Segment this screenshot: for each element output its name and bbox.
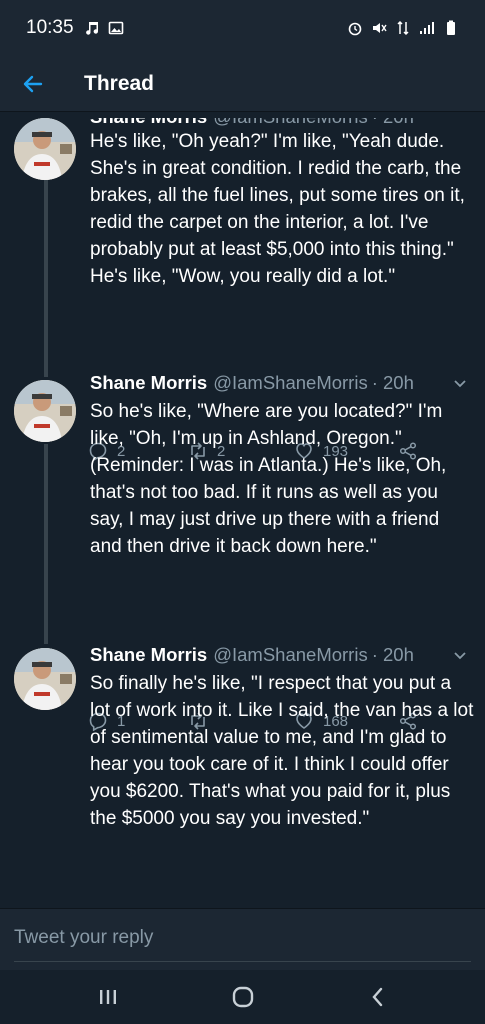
chevron-down-icon[interactable]: [453, 376, 467, 390]
app-header: Thread: [0, 56, 485, 112]
profile-photo-icon: [14, 118, 76, 180]
back-button[interactable]: [0, 56, 64, 112]
tweet-text: So finally he's like, "I respect that yo…: [90, 673, 474, 829]
status-time: 10:35: [26, 17, 74, 38]
author-handle[interactable]: @IamShaneMorris: [213, 642, 368, 668]
arrow-left-icon: [23, 75, 43, 92]
author-handle[interactable]: @IamShaneMorris: [213, 118, 368, 130]
back-nav-button[interactable]: [358, 977, 398, 1017]
tweet-text: He's like, "Oh yeah?" I'm like, "Yeah du…: [90, 131, 465, 287]
tweet-time[interactable]: · 20h: [372, 370, 414, 396]
signal-icon: [420, 22, 434, 34]
reply-bar: Tweet your reply: [0, 908, 485, 970]
avatar[interactable]: [14, 118, 76, 180]
author-handle[interactable]: @IamShaneMorris: [213, 370, 368, 396]
reply-input[interactable]: Tweet your reply: [14, 927, 153, 949]
alarm-icon: [348, 22, 362, 36]
chevron-down-icon[interactable]: [453, 648, 467, 662]
chevron-left-icon: [371, 987, 382, 1007]
author-name[interactable]: Shane Morris: [90, 370, 207, 396]
music-note-icon: [85, 22, 98, 35]
mute-icon: [373, 23, 387, 33]
tweet-text: So he's like, "Where are you located?" I…: [90, 401, 447, 557]
data-icon: [397, 20, 409, 36]
tweet-header: Shane Morris @IamShaneMorris · 20h: [90, 118, 475, 130]
tweet-time[interactable]: · 20h: [372, 118, 414, 130]
author-name[interactable]: Shane Morris: [90, 642, 207, 668]
tweet[interactable]: Shane Morris @IamShaneMorris · 20h He's …: [0, 112, 485, 461]
tweet-header: Shane Morris @IamShaneMorris · 20h: [90, 370, 475, 396]
system-nav-bar: [0, 970, 485, 1024]
page-title: Thread: [84, 71, 155, 95]
thread-feed[interactable]: Shane Morris @IamShaneMorris · 20h He's …: [0, 112, 485, 908]
image-icon: [108, 21, 123, 35]
profile-photo-icon: [14, 648, 76, 710]
tweet[interactable]: Shane Morris @IamShaneMorris · 20h So he…: [0, 368, 485, 731]
author-name[interactable]: Shane Morris: [90, 118, 207, 130]
battery-icon: [447, 20, 455, 35]
recent-apps-button[interactable]: [88, 977, 128, 1017]
tweet-time[interactable]: · 20h: [372, 642, 414, 668]
home-icon: [232, 986, 253, 1008]
profile-photo-icon: [14, 380, 76, 442]
recent-apps-icon: [99, 990, 116, 1004]
tweet[interactable]: Shane Morris @IamShaneMorris · 20h So fi…: [0, 638, 485, 908]
status-bar: 10:35: [0, 0, 485, 56]
avatar[interactable]: [14, 648, 76, 710]
home-button[interactable]: [223, 977, 263, 1017]
reply-underline: [14, 961, 471, 962]
avatar[interactable]: [14, 380, 76, 442]
tweet-header: Shane Morris @IamShaneMorris · 20h: [90, 642, 475, 668]
